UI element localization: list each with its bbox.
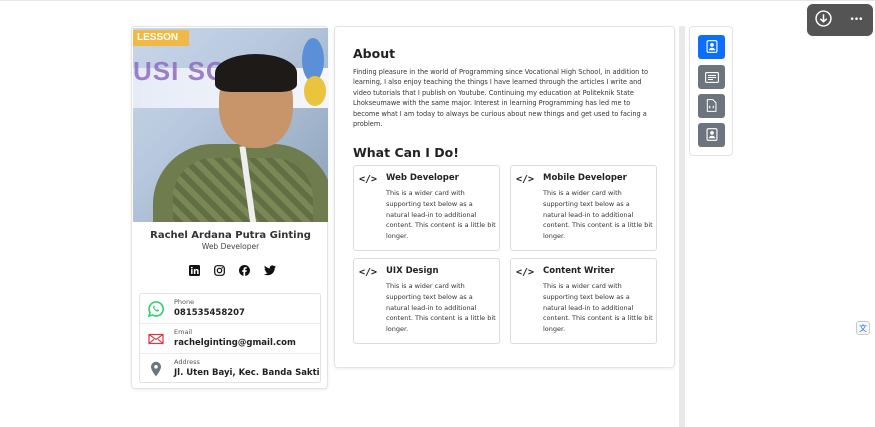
profile-card: USI SOSIAL LESSON Rachel Ardana Putra Gi… <box>131 26 328 389</box>
service-card-uix-design: </> UIX Design This is a wider card with… <box>353 258 500 344</box>
service-desc: This is a wider card with supporting tex… <box>543 189 653 241</box>
about-title: About <box>353 46 396 61</box>
profile-name: Rachel Ardana Putra Ginting <box>150 230 311 241</box>
contact-email: Email rachelginting@gmail.com <box>140 324 320 354</box>
side-nav <box>689 26 733 156</box>
social-links <box>188 263 276 277</box>
service-card-web-developer: </> Web Developer This is a wider card w… <box>353 165 500 251</box>
contact-email-value[interactable]: rachelginting@gmail.com <box>174 338 296 348</box>
more-options-icon: ••• <box>849 15 864 25</box>
contact-address: Address Jl. Uten Bayi, Kec. Banda Sakti <box>140 354 320 384</box>
contact-phone-label: Phone <box>174 298 195 306</box>
instagram-icon[interactable] <box>213 264 225 276</box>
service-title: Web Developer <box>386 173 459 183</box>
photo-badge: LESSON <box>133 30 189 46</box>
nav-resume-button[interactable] <box>698 65 725 89</box>
code-file-icon <box>706 97 717 116</box>
contact-email-label: Email <box>174 328 193 336</box>
balloon-yellow <box>304 76 326 106</box>
service-desc: This is a wider card with supporting tex… <box>386 189 496 241</box>
facebook-icon[interactable] <box>239 264 251 276</box>
services-title: What Can I Do! <box>353 145 459 160</box>
contact-phone-value[interactable]: 081535458207 <box>174 308 245 318</box>
code-icon: </> <box>516 267 535 278</box>
service-card-mobile-developer: </> Mobile Developer This is a wider car… <box>510 165 657 251</box>
translate-icon[interactable]: 文 <box>856 321 870 335</box>
code-icon: </> <box>516 174 535 185</box>
main-card: About Finding pleasure in the world of P… <box>334 26 675 368</box>
profile-icon <box>706 38 718 57</box>
contact-address-value: Jl. Uten Bayi, Kec. Banda Sakti <box>174 368 320 378</box>
portfolio-icon <box>706 126 718 145</box>
linkedin-icon[interactable] <box>188 264 200 276</box>
profile-photo: USI SOSIAL LESSON <box>133 28 328 222</box>
photo-hair <box>215 54 297 92</box>
whatsapp-icon <box>147 301 164 318</box>
contact-address-label: Address <box>174 358 200 366</box>
twitter-icon[interactable] <box>263 264 276 276</box>
top-border <box>0 0 875 1</box>
contact-phone: Phone 081535458207 <box>140 294 320 324</box>
mail-icon <box>148 331 164 347</box>
code-icon: </> <box>359 174 378 185</box>
service-title: Content Writer <box>543 266 615 276</box>
profile-role: Web Developer <box>201 242 260 251</box>
nav-portfolio-button[interactable] <box>698 94 725 118</box>
location-pin-icon <box>148 361 164 377</box>
download-icon <box>814 9 832 31</box>
service-card-content-writer: </> Content Writer This is a wider card … <box>510 258 657 344</box>
service-desc: This is a wider card with supporting tex… <box>386 282 496 334</box>
page-scrollbar[interactable] <box>679 26 685 427</box>
contact-list: Phone 081535458207 Email rachelginting@g… <box>139 293 321 383</box>
code-icon: </> <box>359 267 378 278</box>
download-button[interactable] <box>812 9 834 31</box>
floating-toolbar: ••• <box>807 4 873 36</box>
service-title: Mobile Developer <box>543 173 627 183</box>
nav-profile-button[interactable] <box>698 35 725 59</box>
about-text: Finding pleasure in the world of Program… <box>353 68 649 129</box>
service-title: UIX Design <box>386 266 439 276</box>
more-options-button[interactable]: ••• <box>845 10 867 30</box>
nav-contact-button[interactable] <box>698 123 725 147</box>
resume-icon <box>704 68 719 87</box>
service-desc: This is a wider card with supporting tex… <box>543 282 653 334</box>
